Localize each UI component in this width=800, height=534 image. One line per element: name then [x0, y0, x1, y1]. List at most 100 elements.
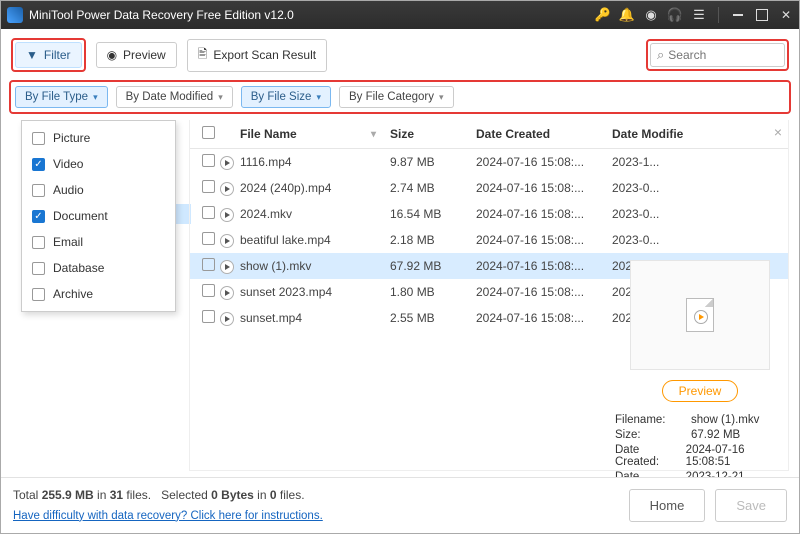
cell-created: 2024-07-16 15:08:...	[476, 259, 612, 273]
export-button[interactable]: 🖹 Export Scan Result	[187, 39, 327, 72]
preview-thumbnail	[630, 260, 770, 370]
chevron-down-icon: ▾	[316, 92, 321, 103]
row-check[interactable]	[196, 258, 220, 274]
search-input[interactable]	[668, 48, 778, 62]
v-created: 2024-07-16 15:08:51	[686, 444, 785, 468]
dropdown-item[interactable]: Audio	[22, 177, 175, 203]
video-file-icon	[220, 156, 234, 170]
table-row[interactable]: beatiful lake.mp42.18 MB2024-07-16 15:08…	[190, 227, 788, 253]
total-files: 31	[110, 488, 123, 502]
help-link[interactable]: Have difficulty with data recovery? Clic…	[13, 510, 323, 522]
checkbox-icon[interactable]	[202, 154, 215, 167]
video-file-icon	[220, 208, 234, 222]
row-check[interactable]	[196, 232, 220, 248]
filter-label: Filter	[44, 48, 71, 62]
dropdown-item[interactable]: ✓Document	[22, 203, 175, 229]
checkbox-icon[interactable]	[32, 262, 45, 275]
row-icon	[220, 259, 240, 274]
sort-icon: ▾	[371, 129, 376, 140]
key-icon[interactable]: 🔑	[596, 8, 610, 22]
row-check[interactable]	[196, 310, 220, 326]
cell-size: 67.92 MB	[390, 259, 476, 273]
checkbox-icon[interactable]	[202, 258, 215, 271]
checkbox-icon[interactable]	[202, 180, 215, 193]
dropdown-item[interactable]: Archive	[22, 281, 175, 307]
checkbox-icon[interactable]	[202, 284, 215, 297]
app-title: MiniTool Power Data Recovery Free Editio…	[29, 8, 596, 22]
checkbox-icon[interactable]	[202, 206, 215, 219]
export-icon: 🖹	[198, 45, 208, 66]
col-date-modified[interactable]: Date Modifie	[612, 127, 692, 141]
checkbox-icon[interactable]	[202, 310, 215, 323]
bell-icon[interactable]: 🔔	[620, 8, 634, 22]
v-modified: 2023-12-21 13:49:02	[686, 471, 785, 477]
minimize-button[interactable]	[731, 8, 745, 22]
checkbox-icon[interactable]: ✓	[32, 210, 45, 223]
dropdown-item[interactable]: ✓Video	[22, 151, 175, 177]
chevron-down-icon: ▾	[439, 92, 444, 103]
dropdown-item[interactable]: Email	[22, 229, 175, 255]
menu-icon[interactable]: ☰	[692, 8, 706, 22]
row-check[interactable]	[196, 206, 220, 222]
checkbox-icon[interactable]	[202, 126, 215, 139]
checkbox-icon[interactable]: ✓	[32, 158, 45, 171]
maximize-button[interactable]	[755, 8, 769, 22]
dropdown-item[interactable]: Picture	[22, 125, 175, 151]
home-button[interactable]: Home	[629, 489, 706, 522]
chip-date-modified[interactable]: By Date Modified ▾	[116, 86, 233, 108]
chevron-down-icon: ▾	[93, 92, 98, 103]
col-file-name[interactable]: File Name ▾	[240, 127, 390, 141]
app-window: MiniTool Power Data Recovery Free Editio…	[0, 0, 800, 534]
row-check[interactable]	[196, 284, 220, 300]
chip-file-size[interactable]: By File Size ▾	[241, 86, 331, 108]
col-size[interactable]: Size	[390, 127, 476, 141]
chip-label: By File Type	[25, 91, 88, 103]
k-size: Size:	[615, 429, 691, 441]
col-date-created[interactable]: Date Created	[476, 127, 612, 141]
chip-file-type[interactable]: By File Type ▾	[15, 86, 108, 108]
close-panel-icon[interactable]: ×	[774, 124, 782, 140]
total-size: 255.9 MB	[42, 488, 94, 502]
v-filename: show (1).mkv	[691, 414, 759, 426]
preview-panel: Preview Filename:show (1).mkv Size:67.92…	[615, 260, 785, 477]
cell-created: 2024-07-16 15:08:...	[476, 285, 612, 299]
video-file-icon	[220, 234, 234, 248]
app-icon	[7, 7, 23, 23]
file-type-dropdown[interactable]: Picture✓Video Audio ✓DocumentEmailDatabase…	[21, 120, 176, 312]
row-check[interactable]	[196, 154, 220, 170]
cell-created: 2024-07-16 15:08:...	[476, 233, 612, 247]
filter-button[interactable]: ▼ Filter	[15, 42, 82, 68]
close-button[interactable]	[779, 8, 793, 22]
export-label: Export Scan Result	[213, 48, 316, 62]
cell-modified: 2023-1...	[612, 155, 692, 169]
table-header: File Name ▾ Size Date Created Date Modif…	[190, 120, 788, 149]
dropdown-item[interactable]: Database	[22, 255, 175, 281]
dropdown-label: Audio	[53, 183, 84, 197]
table-row[interactable]: 2024 (240p).mp42.74 MB2024-07-16 15:08:.…	[190, 175, 788, 201]
headphones-icon[interactable]: 🎧	[668, 8, 682, 22]
search-box[interactable]: ⌕	[650, 43, 785, 67]
preview-button[interactable]: ◉ Preview	[96, 42, 177, 68]
checkbox-icon[interactable]	[32, 132, 45, 145]
checkbox-icon[interactable]	[32, 288, 45, 301]
video-file-icon	[220, 182, 234, 196]
table-row[interactable]: 1116.mp49.87 MB2024-07-16 15:08:...2023-…	[190, 149, 788, 175]
status-bar: Total 255.9 MB in 31 files. Selected 0 B…	[1, 477, 799, 533]
checkbox-icon[interactable]	[32, 236, 45, 249]
select-all-cell[interactable]	[196, 126, 220, 142]
video-file-icon	[220, 260, 234, 274]
chip-file-category[interactable]: By File Category ▾	[339, 86, 454, 108]
checkbox-icon[interactable]	[32, 184, 45, 197]
k-created: Date Created:	[615, 444, 686, 468]
t: in	[254, 488, 270, 502]
row-icon	[220, 155, 240, 170]
checkbox-icon[interactable]	[202, 232, 215, 245]
cell-size: 1.80 MB	[390, 285, 476, 299]
table-row[interactable]: 2024.mkv16.54 MB2024-07-16 15:08:...2023…	[190, 201, 788, 227]
preview-open-button[interactable]: Preview	[662, 380, 739, 402]
cell-modified: 2023-0...	[612, 233, 692, 247]
row-check[interactable]	[196, 180, 220, 196]
row-icon	[220, 181, 240, 196]
sync-icon[interactable]: ◉	[644, 8, 658, 22]
save-button[interactable]: Save	[715, 489, 787, 522]
